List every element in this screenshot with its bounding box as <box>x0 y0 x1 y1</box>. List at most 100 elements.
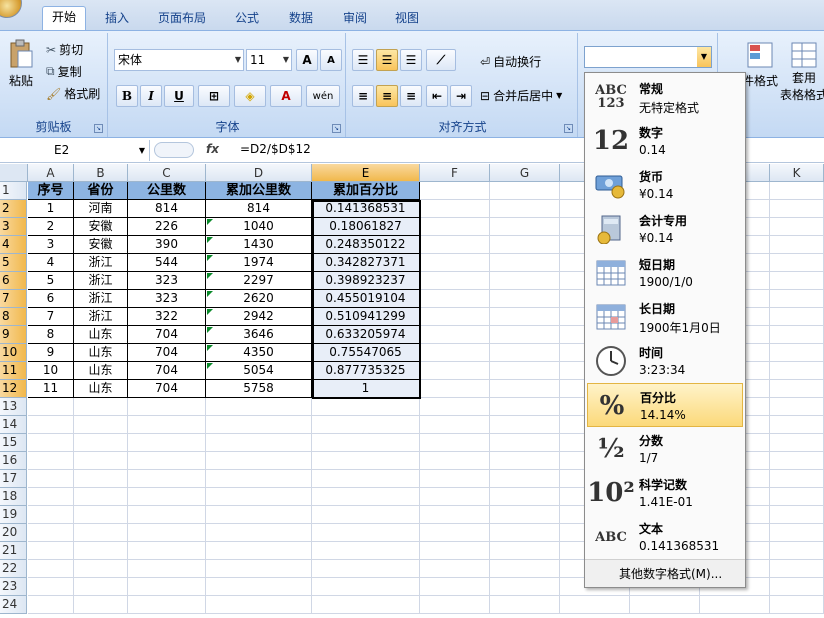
table-cell[interactable]: 1974 <box>206 254 312 272</box>
grid-cell[interactable] <box>490 200 560 218</box>
table-cell[interactable]: 2620 <box>206 290 312 308</box>
grid-cell[interactable] <box>128 524 206 542</box>
grid-cell[interactable] <box>128 542 206 560</box>
grid-cell[interactable] <box>490 218 560 236</box>
table-cell[interactable]: 2 <box>28 218 74 236</box>
grid-cell[interactable] <box>74 452 128 470</box>
grid-cell[interactable] <box>490 596 560 614</box>
font-size-combo[interactable]: 11 ▼ <box>246 49 292 71</box>
grid-cell[interactable] <box>420 560 490 578</box>
row-header-10[interactable]: 10 <box>0 344 27 362</box>
table-header-cell[interactable]: 序号 <box>28 182 74 200</box>
grid-cell[interactable] <box>28 398 74 416</box>
grid-cell[interactable] <box>74 416 128 434</box>
decrease-indent-button[interactable]: ⇤ <box>426 85 448 107</box>
grid-cell[interactable] <box>770 578 824 596</box>
grid-cell[interactable] <box>490 326 560 344</box>
grid-cell[interactable] <box>74 542 128 560</box>
grid-cell[interactable] <box>700 596 770 614</box>
grid-cell[interactable] <box>490 542 560 560</box>
grow-font-button[interactable]: A <box>296 49 318 71</box>
grid-cell[interactable] <box>420 326 490 344</box>
tab-review[interactable]: 审阅 <box>332 8 378 30</box>
grid-cell[interactable] <box>770 308 824 326</box>
table-cell[interactable]: 226 <box>128 218 206 236</box>
grid-cell[interactable] <box>770 596 824 614</box>
grid-cell[interactable] <box>206 596 312 614</box>
grid-cell[interactable] <box>74 488 128 506</box>
table-cell[interactable]: 704 <box>128 380 206 398</box>
chevron-down-icon[interactable]: ▼ <box>139 140 145 161</box>
grid-cell[interactable] <box>74 596 128 614</box>
table-header-cell[interactable]: 省份 <box>74 182 128 200</box>
grid-cell[interactable] <box>74 524 128 542</box>
grid-cell[interactable] <box>206 560 312 578</box>
grid-cell[interactable] <box>74 560 128 578</box>
name-box[interactable]: E2 ▼ <box>0 140 150 161</box>
grid-cell[interactable] <box>770 236 824 254</box>
grid-cell[interactable] <box>770 488 824 506</box>
table-cell[interactable]: 浙江 <box>74 272 128 290</box>
table-cell[interactable]: 704 <box>128 362 206 380</box>
row-header-15[interactable]: 15 <box>0 434 27 452</box>
grid-cell[interactable] <box>490 182 560 200</box>
tab-view[interactable]: 视图 <box>384 8 430 30</box>
font-color-button[interactable]: A <box>270 85 302 107</box>
grid-cell[interactable] <box>312 578 420 596</box>
table-cell[interactable]: 山东 <box>74 380 128 398</box>
grid-cell[interactable] <box>28 506 74 524</box>
grid-cell[interactable] <box>420 506 490 524</box>
table-cell[interactable]: 322 <box>128 308 206 326</box>
table-cell[interactable]: 4350 <box>206 344 312 362</box>
conditional-format-button[interactable]: 件格式 <box>742 41 778 89</box>
table-cell[interactable]: 浙江 <box>74 290 128 308</box>
column-header-e[interactable]: E <box>312 164 420 182</box>
font-name-combo[interactable]: 宋体 ▼ <box>114 49 244 71</box>
align-center-button[interactable]: ≡ <box>376 85 398 107</box>
grid-cell[interactable] <box>490 524 560 542</box>
grid-cell[interactable] <box>420 362 490 380</box>
grid-cell[interactable] <box>128 452 206 470</box>
grid-cell[interactable] <box>770 290 824 308</box>
grid-cell[interactable] <box>490 308 560 326</box>
number-format-item-7[interactable]: % 百分比 14.14% <box>587 383 743 427</box>
grid-cell[interactable] <box>770 560 824 578</box>
grid-cell[interactable] <box>420 434 490 452</box>
grid-cell[interactable] <box>420 578 490 596</box>
row-header-9[interactable]: 9 <box>0 326 27 344</box>
row-header-2[interactable]: 2 <box>0 200 27 218</box>
grid-cell[interactable] <box>312 506 420 524</box>
table-cell[interactable]: 0.18061827 <box>312 218 420 236</box>
clipboard-launcher-icon[interactable]: ↘ <box>94 124 103 133</box>
grid-cell[interactable] <box>420 200 490 218</box>
grid-cell[interactable] <box>490 416 560 434</box>
grid-cell[interactable] <box>206 578 312 596</box>
column-header-g[interactable]: G <box>490 164 560 182</box>
number-format-item-10[interactable]: ABC 文本 0.141368531 <box>587 515 743 559</box>
table-cell[interactable]: 10 <box>28 362 74 380</box>
grid-cell[interactable] <box>490 380 560 398</box>
grid-cell[interactable] <box>206 506 312 524</box>
grid-cell[interactable] <box>490 362 560 380</box>
grid-cell[interactable] <box>28 542 74 560</box>
grid-cell[interactable] <box>490 272 560 290</box>
grid-cell[interactable] <box>128 578 206 596</box>
grid-cell[interactable] <box>74 434 128 452</box>
grid-cell[interactable] <box>312 398 420 416</box>
insert-function-icon[interactable]: fx <box>206 142 219 156</box>
grid-cell[interactable] <box>206 470 312 488</box>
row-header-5[interactable]: 5 <box>0 254 27 272</box>
bold-button[interactable]: B <box>116 85 138 107</box>
row-header-23[interactable]: 23 <box>0 578 27 596</box>
row-header-21[interactable]: 21 <box>0 542 27 560</box>
grid-cell[interactable] <box>206 398 312 416</box>
grid-cell[interactable] <box>770 380 824 398</box>
grid-cell[interactable] <box>420 344 490 362</box>
grid-cell[interactable] <box>128 596 206 614</box>
table-header-cell[interactable]: 累加百分比 <box>312 182 420 200</box>
grid-cell[interactable] <box>420 182 490 200</box>
grid-cell[interactable] <box>420 416 490 434</box>
table-cell[interactable]: 1430 <box>206 236 312 254</box>
paste-button[interactable]: 粘贴 <box>6 39 36 89</box>
table-cell[interactable]: 0.342827371 <box>312 254 420 272</box>
